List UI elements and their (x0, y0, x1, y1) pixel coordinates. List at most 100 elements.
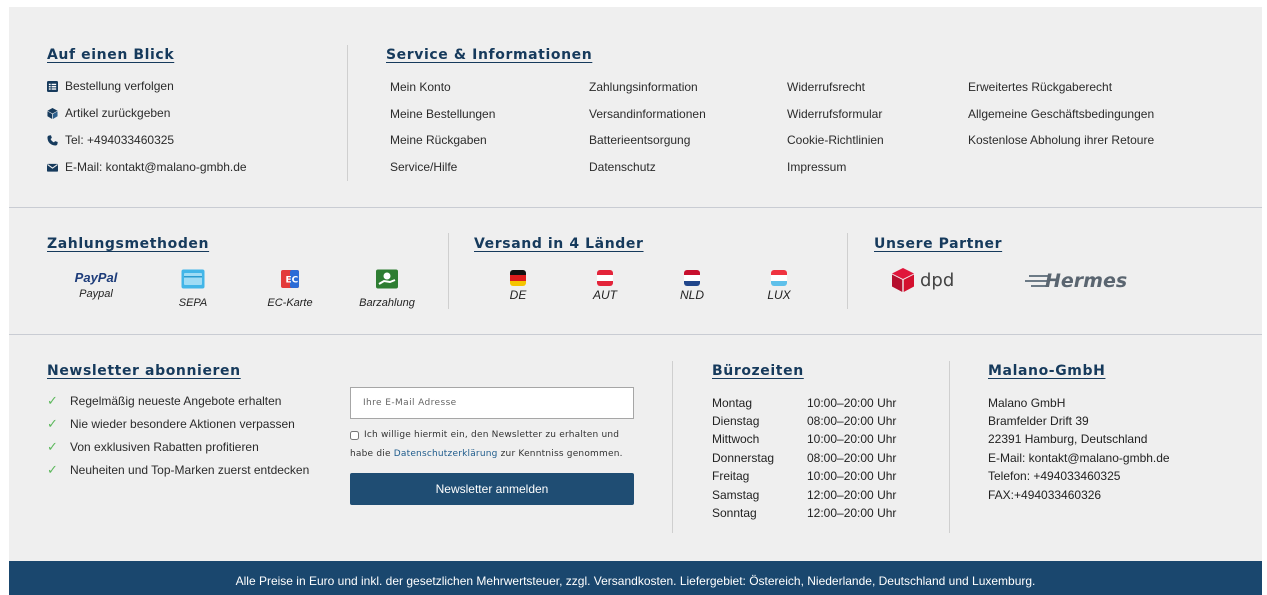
newsletter-subscribe-button[interactable]: Newsletter anmelden (350, 473, 634, 505)
dpd-logo-text: dpd (920, 269, 955, 291)
country-label: DE (509, 288, 527, 302)
cash-hand-icon (376, 269, 398, 289)
svg-text:EC: EC (286, 276, 299, 286)
payment-label: Paypal (79, 288, 113, 300)
country-label: LUX (767, 288, 791, 302)
country-de: DE (488, 270, 548, 302)
divider (9, 334, 1262, 335)
link-widerrufsrecht[interactable]: Widerrufsrecht (787, 80, 865, 94)
glance-item-email[interactable]: E-Mail: kontakt@malano-gmbh.de (47, 160, 247, 174)
envelope-icon (47, 163, 58, 172)
country-nld: NLD (662, 270, 722, 302)
check-icon: ✓ (47, 416, 58, 431)
check-icon: ✓ (47, 439, 58, 454)
company-street: Bramfelder Drift 39 (988, 414, 1089, 428)
country-label: AUT (593, 288, 617, 302)
glance-item-label: Artikel zurückgeben (65, 106, 171, 120)
company-fax: FAX:+494033460326 (988, 488, 1102, 502)
payment-sepa: SEPA (148, 269, 238, 309)
list-icon (47, 80, 58, 92)
payment-ec-karte: EC EC-Karte (245, 269, 335, 309)
consent-prefix: habe die (350, 449, 394, 459)
sepa-icon (181, 269, 205, 289)
link-meine-rueckgaben[interactable]: Meine Rückgaben (390, 133, 487, 147)
glance-item-label: Bestellung verfolgen (65, 79, 174, 93)
partner-dpd: dpd (892, 268, 954, 292)
link-versandinformationen[interactable]: Versandinformationen (589, 107, 706, 121)
glance-section: Auf einen Blick (47, 47, 174, 63)
box-icon (47, 107, 58, 119)
country-aut: AUT (575, 270, 635, 302)
dpd-cube-icon (892, 268, 914, 292)
country-lux: LUX (749, 270, 809, 302)
divider (949, 361, 950, 533)
phone-icon (47, 134, 58, 146)
newsletter-email-input[interactable] (350, 387, 634, 419)
payment-label: SEPA (178, 297, 208, 309)
partners-title: Unsere Partner (874, 236, 1003, 252)
link-widerrufsformular[interactable]: Widerrufsformular (787, 107, 882, 121)
divider (9, 207, 1262, 208)
privacy-policy-link[interactable]: Datenschutzerklärung (394, 449, 498, 459)
consent-checkbox[interactable] (350, 430, 359, 440)
ec-card-icon: EC (281, 270, 299, 288)
link-datenschutz[interactable]: Datenschutz (589, 160, 656, 174)
link-agb[interactable]: Allgemeine Geschäftsbedingungen (968, 107, 1154, 121)
newsletter-consent: Ich willige hiermit ein, den Newsletter … (350, 430, 619, 440)
germany-flag-icon (510, 270, 526, 286)
austria-flag-icon (597, 270, 613, 286)
hours-title: Bürozeiten (712, 363, 804, 379)
paypal-logo: PayPal (74, 270, 118, 285)
link-meine-bestellungen[interactable]: Meine Bestellungen (390, 107, 495, 121)
consent-suffix: zur Kenntniss genommen. (497, 449, 623, 459)
company-phone[interactable]: Telefon: +494033460325 (988, 469, 1120, 483)
country-label: NLD (679, 288, 704, 302)
divider (672, 361, 673, 533)
company-title: Malano-GmbH (988, 363, 1106, 379)
benefit-item: ✓ Regelmäßig neueste Angebote erhalten (47, 393, 282, 408)
link-kostenlose-abholung[interactable]: Kostenlose Abholung ihrer Retoure (968, 133, 1154, 147)
luxembourg-flag-icon (771, 270, 787, 286)
glance-title: Auf einen Blick (47, 47, 175, 63)
company-email[interactable]: E-Mail: kontakt@malano-gmbh.de (988, 451, 1170, 465)
link-service-hilfe[interactable]: Service/Hilfe (390, 160, 457, 174)
benefit-item: ✓ Neuheiten und Top-Marken zuerst entdeck… (47, 462, 310, 477)
divider (847, 233, 848, 309)
benefit-item: ✓ Von exklusiven Rabatten profitieren (47, 439, 259, 454)
link-impressum[interactable]: Impressum (787, 160, 846, 174)
consent-line-2: habe die Datenschutzerklärung zur Kenntn… (350, 449, 623, 459)
company-name: Malano GmbH (988, 396, 1066, 410)
newsletter-title: Newsletter abonnieren (47, 363, 241, 379)
newsletter-benefits: ✓ Regelmäßig neueste Angebote erhalten ✓ N… (47, 393, 337, 483)
glance-list: Bestellung verfolgen Artikel zurückgeben… (47, 79, 337, 199)
link-erweitertes-rueckgaberecht[interactable]: Erweitertes Rückgaberecht (968, 80, 1112, 94)
service-title: Service & Informationen (386, 47, 593, 63)
legal-note: Alle Preise in Euro und inkl. der gesetz… (235, 574, 1036, 588)
site-footer: Auf einen Blick Bestellung verfolgen Art… (9, 7, 1262, 595)
consent-line-1: Ich willige hiermit ein, den Newsletter … (364, 430, 620, 440)
glance-item-label: E-Mail: kontakt@malano-gmbh.de (65, 160, 247, 174)
link-mein-konto[interactable]: Mein Konto (390, 80, 451, 94)
glance-item-label: Tel: +494033460325 (65, 133, 175, 147)
payment-barzahlung: Barzahlung (342, 269, 432, 309)
link-cookie-richtlinien[interactable]: Cookie-Richtlinien (787, 133, 884, 147)
link-zahlungsinformation[interactable]: Zahlungsinformation (589, 80, 698, 94)
divider (347, 45, 348, 181)
hermes-logo-text: Hermes (1045, 270, 1128, 292)
legal-note-bar: Alle Preise in Euro und inkl. der gesetz… (9, 561, 1262, 595)
glance-item-track-order[interactable]: Bestellung verfolgen (47, 79, 174, 93)
check-icon: ✓ (47, 462, 58, 477)
glance-item-phone[interactable]: Tel: +494033460325 (47, 133, 174, 147)
link-batterieentsorgung[interactable]: Batterieentsorgung (589, 133, 690, 147)
payment-label: Barzahlung (359, 297, 415, 309)
benefit-item: ✓ Nie wieder besondere Aktionen verpassen (47, 416, 295, 431)
shipping-title: Versand in 4 Länder (474, 236, 644, 252)
check-icon: ✓ (47, 393, 58, 408)
netherlands-flag-icon (684, 270, 700, 286)
glance-item-return[interactable]: Artikel zurückgeben (47, 106, 170, 120)
company-city: 22391 Hamburg, Deutschland (988, 432, 1148, 446)
divider (448, 233, 449, 309)
partner-hermes: Hermes (1025, 270, 1127, 292)
payment-paypal: PayPal Paypal (51, 270, 141, 300)
payment-title: Zahlungsmethoden (47, 236, 210, 252)
